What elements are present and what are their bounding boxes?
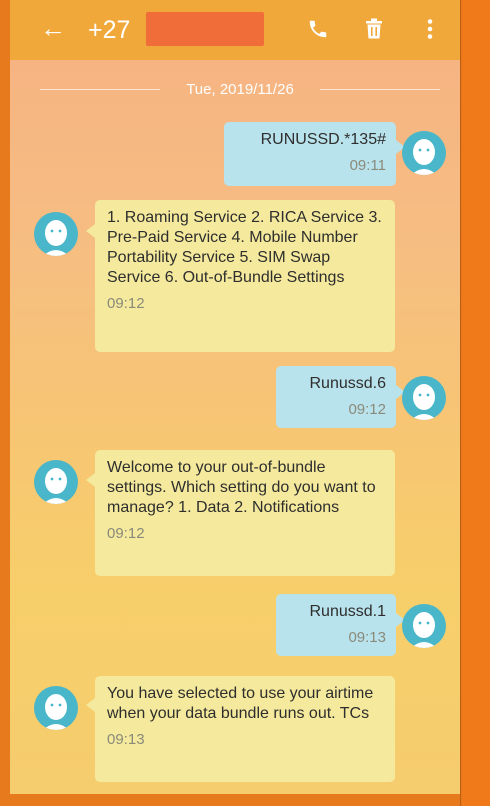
trash-icon[interactable]: [358, 12, 390, 46]
message-time: 09:12: [348, 401, 386, 418]
date-divider-right: [320, 89, 440, 90]
bubble-tail: [86, 473, 95, 487]
messaging-screen: ← +27 Tue, 2019/11/26 RUNUSSD.*135# 09:1…: [10, 0, 460, 794]
message-time: 09:12: [107, 525, 145, 542]
device-bottom-edge: [10, 794, 460, 806]
outgoing-message-bubble[interactable]: Runussd.6 09:12: [276, 366, 396, 428]
contact-avatar-icon[interactable]: [34, 212, 78, 256]
conversation-date: Tue, 2019/11/26: [186, 81, 294, 98]
message-text: 1. Roaming Service 2. RICA Service 3. Pr…: [107, 209, 382, 286]
phone-icon[interactable]: [302, 12, 334, 46]
bubble-tail: [86, 224, 95, 238]
message-time: 09:11: [349, 157, 386, 174]
contact-avatar-icon[interactable]: [34, 686, 78, 730]
contact-phone-number: +27: [88, 16, 131, 44]
incoming-message-bubble[interactable]: Welcome to your out-of-bundle settings. …: [95, 450, 395, 576]
message-time: 09:13: [348, 629, 386, 646]
date-divider-left: [40, 89, 160, 90]
date-separator: Tue, 2019/11/26: [40, 80, 440, 100]
message-text: Runussd.6: [309, 375, 387, 392]
sender-avatar-icon[interactable]: [402, 604, 446, 648]
redacted-number-block: [146, 12, 264, 46]
incoming-message-bubble[interactable]: You have selected to use your airtime wh…: [95, 676, 395, 782]
message-time: 09:13: [107, 731, 145, 748]
contact-avatar-icon[interactable]: [34, 460, 78, 504]
message-text: Welcome to your out-of-bundle settings. …: [107, 459, 376, 516]
sender-avatar-icon[interactable]: [402, 376, 446, 420]
message-text: RUNUSSD.*135#: [260, 131, 386, 148]
conversation-header: ← +27: [10, 0, 460, 60]
more-vertical-icon[interactable]: [414, 12, 446, 46]
bubble-tail: [86, 698, 95, 712]
incoming-message-bubble[interactable]: 1. Roaming Service 2. RICA Service 3. Pr…: [95, 200, 395, 352]
sender-avatar-icon[interactable]: [402, 131, 446, 175]
message-time: 09:12: [107, 295, 145, 312]
outgoing-message-bubble[interactable]: Runussd.1 09:13: [276, 594, 396, 656]
message-text: Runussd.1: [309, 603, 387, 620]
outgoing-message-bubble[interactable]: RUNUSSD.*135# 09:11: [224, 122, 396, 186]
message-text: You have selected to use your airtime wh…: [107, 685, 374, 722]
arrow-left-icon[interactable]: ←: [40, 14, 66, 42]
